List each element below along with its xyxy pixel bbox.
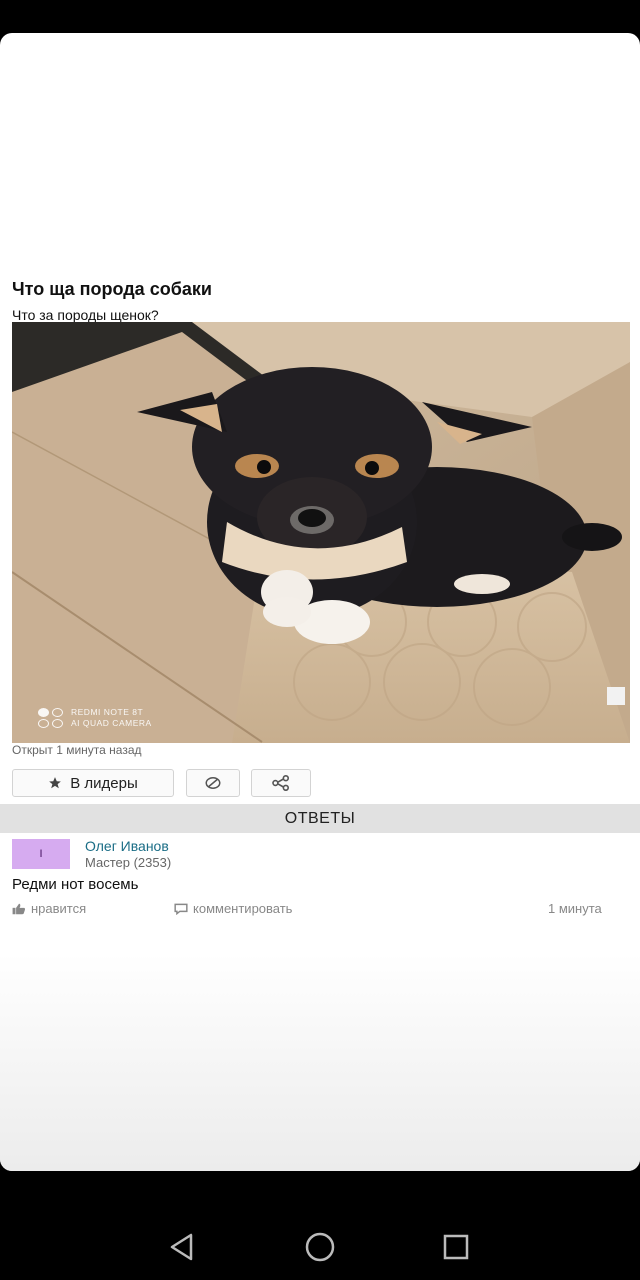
question-card: Что ща порода собаки Что за породы щенок… [0, 33, 640, 1171]
puppy-in-box-image [12, 322, 630, 743]
question-photo[interactable]: REDMI NOTE 8T AI QUAD CAMERA [12, 322, 630, 743]
block-icon [205, 777, 221, 789]
avatar[interactable]: I [12, 839, 70, 869]
watermark-line-2: AI QUAD CAMERA [71, 718, 152, 728]
answers-header: ОТВЕТЫ [0, 804, 640, 833]
camera-logo-icon [38, 708, 63, 728]
card-bottom-fade [0, 953, 640, 1171]
answer-text: Редми нот восемь [12, 876, 139, 893]
answer-author-link[interactable]: Олег Иванов [85, 838, 169, 854]
back-triangle-icon [170, 1233, 193, 1261]
answer-time-label: 1 минута [548, 901, 602, 916]
watermark-line-1: REDMI NOTE 8T [71, 707, 144, 717]
share-button[interactable] [251, 769, 311, 797]
leaders-button[interactable]: В лидеры [12, 769, 174, 797]
recents-square-icon [443, 1234, 469, 1260]
answer-time: 1 минута [548, 901, 602, 916]
block-button[interactable] [186, 769, 240, 797]
like-label: нравится [31, 901, 87, 916]
comment-action[interactable]: комментировать [174, 901, 292, 916]
thumbs-up-icon [12, 903, 26, 914]
home-circle-icon [305, 1232, 335, 1262]
avatar-letter: I [39, 848, 43, 860]
answer-author-rank: Мастер (2353) [85, 855, 172, 870]
back-button[interactable] [162, 1227, 202, 1267]
question-title: Что ща порода собаки [12, 279, 212, 299]
recents-button[interactable] [436, 1227, 476, 1267]
star-icon [49, 777, 62, 789]
share-icon [272, 775, 289, 791]
android-nav-bar [0, 1171, 640, 1280]
question-meta: Открыт 1 минута назад [12, 743, 142, 757]
like-action[interactable]: нравится [12, 901, 86, 916]
question-subtitle: Что за породы щенок? [12, 307, 159, 323]
camera-watermark: REDMI NOTE 8T AI QUAD CAMERA [38, 707, 152, 729]
comment-label: комментировать [193, 901, 293, 916]
leaders-button-label: В лидеры [70, 774, 138, 792]
home-button[interactable] [300, 1227, 340, 1267]
comment-icon [174, 903, 188, 915]
